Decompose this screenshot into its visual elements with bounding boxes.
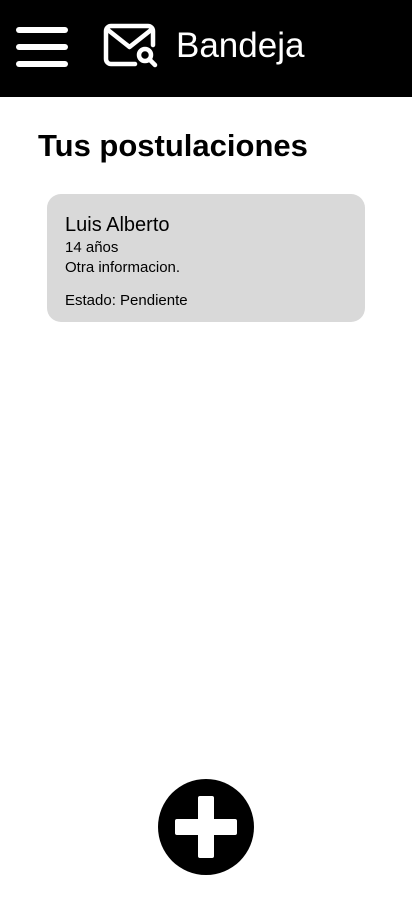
app-title: Bandeja xyxy=(176,26,305,65)
menu-button[interactable] xyxy=(16,26,70,68)
application-card[interactable]: Luis Alberto 14 años Otra informacion. E… xyxy=(47,194,365,322)
add-application-button[interactable] xyxy=(158,779,254,875)
applicant-age: 14 años xyxy=(65,239,119,256)
page-title: Tus postulaciones xyxy=(38,128,308,163)
applicant-info: Otra informacion. xyxy=(65,259,181,276)
hamburger-menu-icon xyxy=(16,27,68,67)
status-label: Estado: Pendiente xyxy=(65,292,188,309)
plus-icon xyxy=(175,796,237,858)
top-app-bar: Bandeja xyxy=(0,0,412,97)
mail-search-icon xyxy=(103,23,158,68)
applicant-name: Luis Alberto xyxy=(65,214,170,236)
